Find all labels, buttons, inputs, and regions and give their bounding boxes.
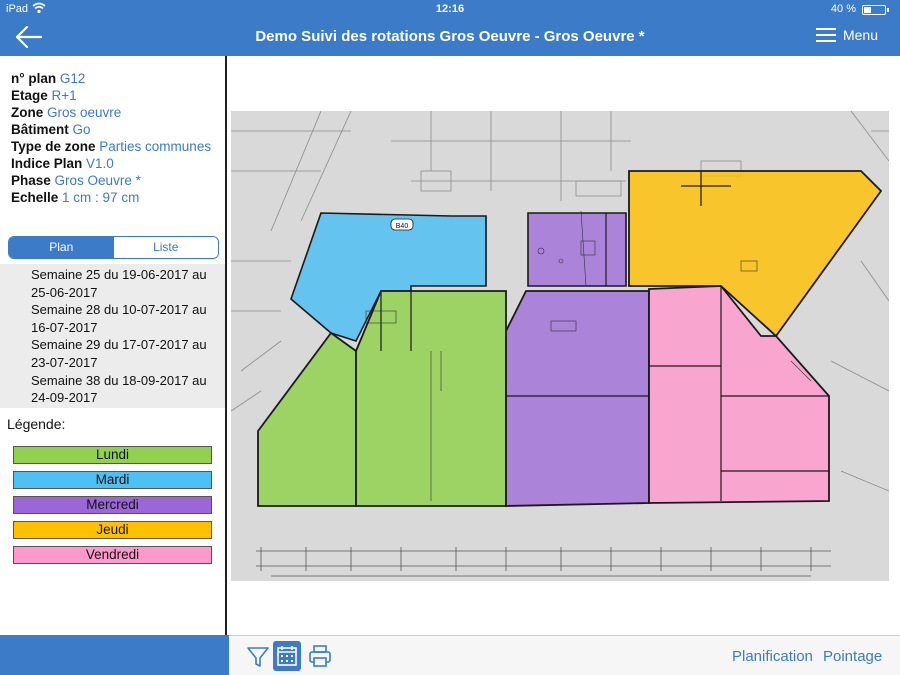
info-phase: Phase Gros Oeuvre * xyxy=(11,173,141,188)
info-batiment-value: Go xyxy=(72,122,91,137)
floor-plan[interactable]: B40 xyxy=(231,111,889,581)
hamburger-icon xyxy=(815,28,836,42)
top-bar: iPad 12:16 40 % Demo Suivi des rotations… xyxy=(0,0,900,56)
legend-item-lundi: Lundi xyxy=(13,446,212,464)
legend: Lundi Mardi Mercredi Jeudi Vendredi xyxy=(13,446,212,571)
info-type: Type de zone Parties communes xyxy=(11,139,212,154)
bottom-bar: Planification Pointage xyxy=(0,635,900,675)
clock: 12:16 xyxy=(435,3,465,15)
week-item[interactable]: Semaine 29 du 17-07-2017 au 23-07-2017 xyxy=(31,336,217,371)
printer-icon[interactable] xyxy=(306,641,334,671)
bottom-bar-left xyxy=(0,635,229,675)
zone-lundi-left[interactable] xyxy=(257,331,357,507)
week-item[interactable]: Semaine 38 du 18-09-2017 au 24-09-2017 xyxy=(31,372,217,407)
zone-mercredi[interactable] xyxy=(505,290,650,507)
planification-link[interactable]: Planification xyxy=(732,648,813,665)
tab-plan[interactable]: Plan xyxy=(9,237,114,258)
app: iPad 12:16 40 % Demo Suivi des rotations… xyxy=(0,0,900,675)
week-list: Semaine 25 du 19-06-2017 au 25-06-2017 S… xyxy=(0,264,225,408)
bottom-toolbar: Planification Pointage xyxy=(229,635,900,675)
info-echelle: Echelle 1 cm : 97 cm xyxy=(11,190,140,205)
week-item[interactable]: Semaine 28 du 10-07-2017 au 16-07-2017 xyxy=(31,301,217,336)
plan-info: n° plan G12 Etage R+1 Zone Gros oeuvre B… xyxy=(11,70,216,206)
filter-icon[interactable] xyxy=(244,641,272,671)
left-panel: n° plan G12 Etage R+1 Zone Gros oeuvre B… xyxy=(0,56,227,635)
info-indice: Indice Plan V1.0 xyxy=(11,156,114,171)
status-bar: iPad 12:16 40 % xyxy=(0,0,900,20)
legend-item-mardi: Mardi xyxy=(13,471,212,489)
menu-button[interactable]: Menu xyxy=(815,27,878,43)
info-etage: Etage R+1 xyxy=(11,88,77,103)
legend-item-mercredi: Mercredi xyxy=(13,496,212,514)
pointage-link[interactable]: Pointage xyxy=(823,648,882,665)
battery-tip xyxy=(887,8,889,12)
dimension-lines xyxy=(256,547,831,577)
calendar-icon xyxy=(277,646,297,666)
menu-label: Menu xyxy=(842,27,878,43)
tab-liste[interactable]: Liste xyxy=(113,237,218,258)
info-phase-value: Gros Oeuvre * xyxy=(54,173,141,188)
legend-title: Légende: xyxy=(7,416,66,432)
zone-mercredi-top[interactable] xyxy=(527,212,627,287)
info-echelle-value: 1 cm : 97 cm xyxy=(62,190,140,205)
view-switcher: Plan Liste xyxy=(8,236,219,259)
info-etage-value: R+1 xyxy=(51,88,77,103)
info-zone-value: Gros oeuvre xyxy=(47,105,122,120)
info-zone: Zone Gros oeuvre xyxy=(11,105,122,120)
info-plan-value: G12 xyxy=(59,71,86,86)
week-item[interactable]: Semaine 25 du 19-06-2017 au 25-06-2017 xyxy=(31,266,217,301)
room-label-b40: B40 xyxy=(390,218,414,231)
legend-item-vendredi: Vendredi xyxy=(13,546,212,564)
legend-item-jeudi: Jeudi xyxy=(13,521,212,539)
info-batiment: Bâtiment Go xyxy=(11,122,91,137)
info-plan: n° plan G12 xyxy=(11,71,86,86)
info-indice-value: V1.0 xyxy=(86,156,114,171)
calendar-button[interactable] xyxy=(273,641,301,671)
page-title: Demo Suivi des rotations Gros Oeuvre - G… xyxy=(255,28,645,45)
info-type-value: Parties communes xyxy=(99,139,212,154)
battery-icon xyxy=(862,5,886,15)
room-label-text: B40 xyxy=(396,223,409,230)
floor-plan-drawing: B40 xyxy=(231,111,889,577)
battery-percent: 40 % xyxy=(830,3,856,15)
